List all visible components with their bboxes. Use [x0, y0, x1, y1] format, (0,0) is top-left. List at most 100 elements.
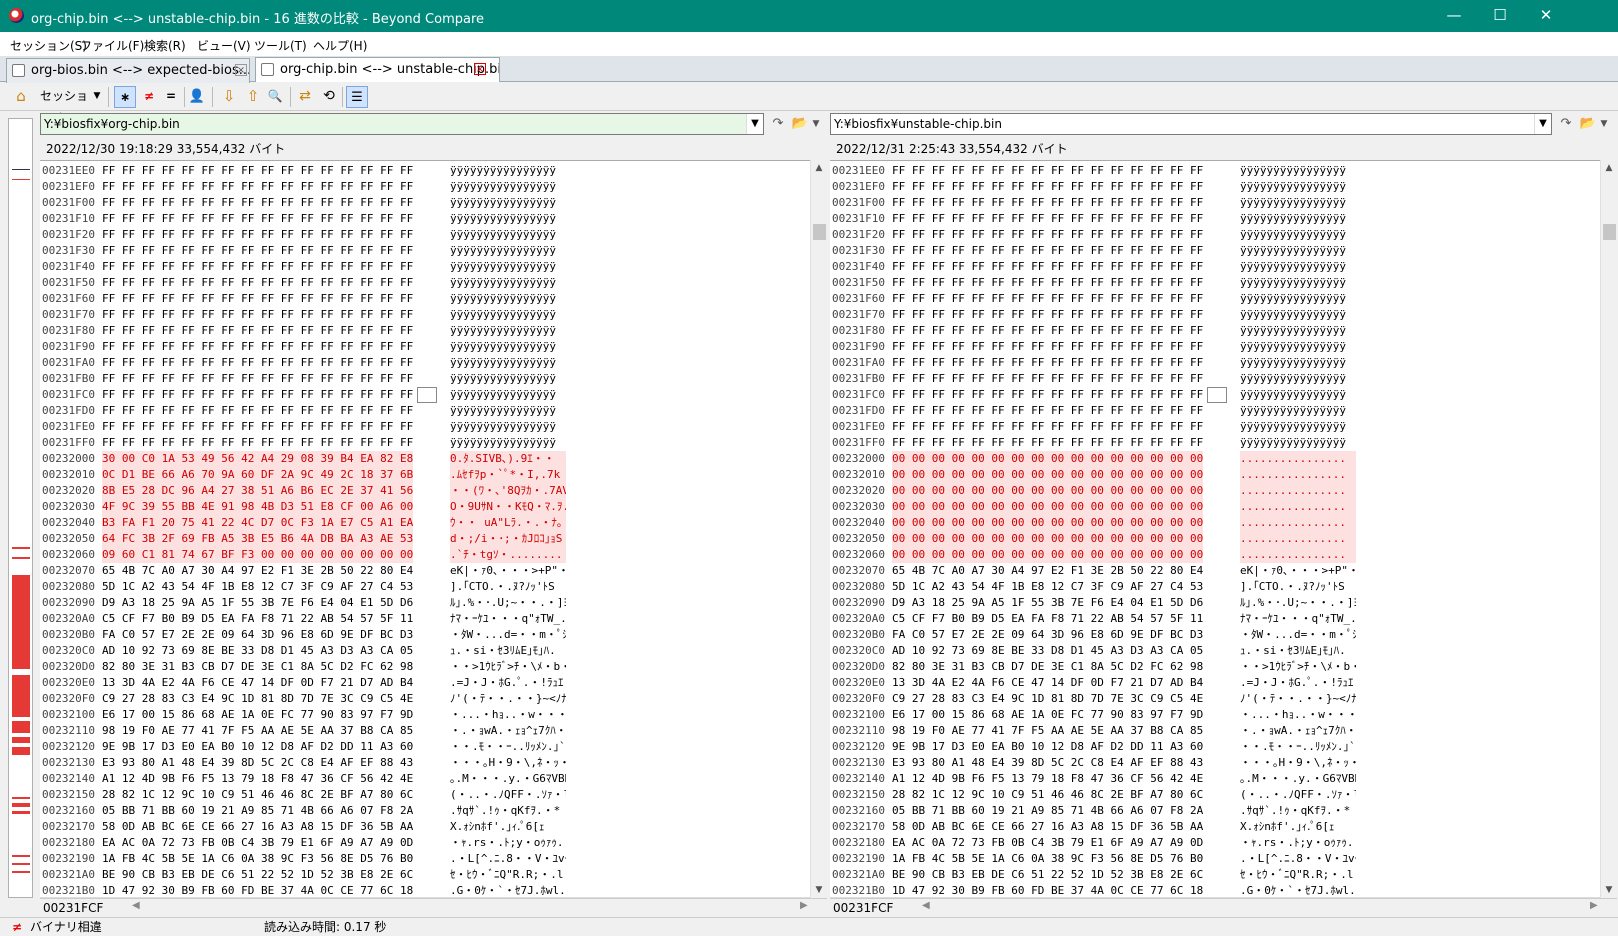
row-text[interactable]: ].｢CTO.・.ﾇ?ﾉｯ'ﾄS — [1240, 579, 1356, 595]
row-text[interactable]: ................ — [1240, 483, 1356, 499]
row-hex-bytes[interactable]: E3 93 80 A1 48 E4 39 8D 5C 2C C8 E4 AF E… — [892, 755, 1203, 771]
hex-row[interactable]: 00232140 A1 12 4D 9B F6 F5 13 79 18 F8 47… — [830, 771, 1600, 787]
row-hex-bytes[interactable]: FF FF FF FF FF FF FF FF FF FF FF FF FF F… — [102, 275, 413, 291]
row-hex-bytes[interactable]: FF FF FF FF FF FF FF FF FF FF FF FF FF F… — [892, 371, 1203, 387]
row-text[interactable]: ÿÿÿÿÿÿÿÿÿÿÿÿÿÿÿÿ — [450, 227, 566, 243]
row-text[interactable]: .・L[^.ﾆ.8・・V・ﾕvｰ — [450, 851, 566, 867]
scroll-thumb[interactable] — [813, 224, 826, 240]
hex-row[interactable]: 00232020 00 00 00 00 00 00 00 00 00 00 00… — [830, 483, 1600, 499]
chevron-down-icon[interactable]: ▼ — [810, 114, 822, 134]
row-hex-bytes[interactable]: A1 12 4D 9B F6 F5 13 79 18 F8 47 36 CF 5… — [892, 771, 1203, 787]
row-hex-bytes[interactable]: 64 FC 3B 2F 69 FB A5 3B E5 B6 4A DB BA A… — [102, 531, 414, 547]
row-hex-bytes[interactable]: FF FF FF FF FF FF FF FF FF FF FF FF FF F… — [102, 211, 413, 227]
row-hex-bytes[interactable]: E6 17 00 15 86 68 AE 1A 0E FC 77 90 83 9… — [102, 707, 413, 723]
row-hex-bytes[interactable]: 82 80 3E 31 B3 CB D7 DE 3E C1 8A 5C D2 F… — [892, 659, 1203, 675]
right-vertical-scrollbar[interactable]: ▲ ▼ — [1600, 160, 1617, 898]
row-hex-bytes[interactable]: 65 4B 7C A0 A7 30 A4 97 E2 F1 3E 2B 50 2… — [892, 563, 1203, 579]
row-hex-bytes[interactable]: 09 60 C1 81 74 67 BF F3 00 00 00 00 00 0… — [102, 547, 414, 563]
left-open-folder-icon[interactable]: 📂 — [790, 114, 810, 134]
tab-close-icon[interactable]: × — [474, 63, 486, 75]
row-text[interactable]: ÿÿÿÿÿÿÿÿÿÿÿÿÿÿÿÿ — [450, 419, 566, 435]
row-text[interactable]: .`ﾁ・tgｿ・........ — [450, 547, 566, 563]
row-text[interactable]: ÿÿÿÿÿÿÿÿÿÿÿÿÿÿÿÿ — [1240, 339, 1356, 355]
close-window-button[interactable]: ✕ — [1523, 0, 1569, 32]
row-text[interactable]: ÿÿÿÿÿÿÿÿÿÿÿÿÿÿÿÿ — [450, 211, 566, 227]
row-hex-bytes[interactable]: B3 FA F1 20 75 41 22 4C D7 0C F3 1A E7 C… — [102, 515, 414, 531]
hex-row[interactable]: 002321A0 BE 90 CB B3 EB DE C6 51 22 52 1D… — [830, 867, 1600, 883]
prev-diff-icon[interactable]: ⇧ — [242, 86, 264, 108]
row-hex-bytes[interactable]: 05 BB 71 BB 60 19 21 A9 85 71 4B 66 A6 0… — [892, 803, 1203, 819]
row-text[interactable]: ﾙ｣.%・･.U;~・・.・]ﾖ — [1240, 595, 1356, 611]
hex-row[interactable]: 002321A0 BE 90 CB B3 EB DE C6 51 22 52 1D… — [40, 867, 810, 883]
hex-row[interactable]: 00232090 D9 A3 18 25 9A A5 1F 55 3B 7E F6… — [830, 595, 1600, 611]
row-text[interactable]: ................ — [1240, 451, 1356, 467]
show-same-button[interactable]: = — [160, 86, 182, 108]
hex-row[interactable]: 00232100 E6 17 00 15 86 68 AE 1A 0E FC 77… — [40, 707, 810, 723]
hex-row[interactable]: 00231FE0 FF FF FF FF FF FF FF FF FF FF FF… — [830, 419, 1600, 435]
session-button[interactable]: セッション — [40, 86, 88, 124]
row-text[interactable]: ・・.ﾓ・・ｰ..ﾘｯﾒﾝ.｣` — [1240, 739, 1356, 755]
tab-close-icon[interactable]: × — [235, 64, 247, 76]
row-text[interactable]: ÿÿÿÿÿÿÿÿÿÿÿÿÿÿÿÿ — [450, 371, 566, 387]
row-text[interactable]: ÿÿÿÿÿÿÿÿÿÿÿÿÿÿÿÿ — [1240, 371, 1356, 387]
hex-row[interactable]: 00231FE0 FF FF FF FF FF FF FF FF FF FF FF… — [40, 419, 810, 435]
row-hex-bytes[interactable]: FF FF FF FF FF FF FF FF FF FF FF FF FF F… — [892, 435, 1203, 451]
row-text[interactable]: ÿÿÿÿÿÿÿÿÿÿÿÿÿÿÿÿ — [450, 435, 566, 451]
hex-row[interactable]: 00231EF0 FF FF FF FF FF FF FF FF FF FF FF… — [40, 179, 810, 195]
hex-row[interactable]: 00232170 58 0D AB BC 6E CE 66 27 16 A3 A8… — [830, 819, 1600, 835]
row-hex-bytes[interactable]: 00 00 00 00 00 00 00 00 00 00 00 00 00 0… — [892, 467, 1204, 483]
hex-row[interactable]: 00231FA0 FF FF FF FF FF FF FF FF FF FF FF… — [830, 355, 1600, 371]
row-hex-bytes[interactable]: FF FF FF FF FF FF FF FF FF FF FF FF FF F… — [102, 291, 413, 307]
row-text[interactable]: ÿÿÿÿÿÿÿÿÿÿÿÿÿÿÿÿ — [1240, 403, 1356, 419]
difference-overview[interactable] — [8, 118, 33, 898]
row-text[interactable]: ÿÿÿÿÿÿÿÿÿÿÿÿÿÿÿÿ — [1240, 259, 1356, 275]
row-text[interactable]: ・ｬ.rs・.ﾄ;y・oｩｧｩ. — [1240, 835, 1356, 851]
row-hex-bytes[interactable]: 28 82 1C 12 9C 10 C9 51 46 46 8C 2E BF A… — [892, 787, 1203, 803]
left-hex-pane[interactable]: 00231EE0 FF FF FF FF FF FF FF FF FF FF FF… — [40, 160, 810, 898]
row-hex-bytes[interactable]: FF FF FF FF FF FF FF FF FF FF FF FF FF F… — [102, 179, 413, 195]
right-path-input[interactable]: Y:¥biosfix¥unstable-chip.bin ▼ — [830, 113, 1552, 135]
row-text[interactable]: ÿÿÿÿÿÿÿÿÿÿÿÿÿÿÿÿ — [450, 291, 566, 307]
hex-row[interactable]: 00231EF0 FF FF FF FF FF FF FF FF FF FF FF… — [830, 179, 1600, 195]
row-text[interactable]: ÿÿÿÿÿÿÿÿÿÿÿÿÿÿÿÿ — [1240, 195, 1356, 211]
hex-row[interactable]: 00232180 EA AC 0A 72 73 FB 0B C4 3B 79 E1… — [40, 835, 810, 851]
row-hex-bytes[interactable]: FF FF FF FF FF FF FF FF FF FF FF FF FF F… — [892, 195, 1203, 211]
hex-row[interactable]: 00231F40 FF FF FF FF FF FF FF FF FF FF FF… — [830, 259, 1600, 275]
hex-row[interactable]: 00232040 00 00 00 00 00 00 00 00 00 00 00… — [830, 515, 1600, 531]
row-text[interactable]: ÿÿÿÿÿÿÿÿÿÿÿÿÿÿÿÿ — [1240, 323, 1356, 339]
hex-row[interactable]: 00232180 EA AC 0A 72 73 FB 0B C4 3B 79 E1… — [830, 835, 1600, 851]
scroll-up-icon[interactable]: ▲ — [811, 160, 827, 176]
row-hex-bytes[interactable]: FF FF FF FF FF FF FF FF FF FF FF FF FF F… — [102, 403, 413, 419]
row-hex-bytes[interactable]: FF FF FF FF FF FF FF FF FF FF FF FF FF F… — [892, 419, 1203, 435]
hex-row[interactable]: 00232020 8B E5 28 DC 96 A4 27 38 51 A6 B6… — [40, 483, 810, 499]
row-hex-bytes[interactable]: FF FF FF FF FF FF FF FF FF FF FF FF FF F… — [102, 323, 413, 339]
row-hex-bytes[interactable]: FF FF FF FF FF FF FF FF FF FF FF FF FF F… — [892, 355, 1203, 371]
hex-row[interactable]: 00232110 98 19 F0 AE 77 41 7F F5 AA AE 5E… — [830, 723, 1600, 739]
hex-row[interactable]: 00232110 98 19 F0 AE 77 41 7F F5 AA AE 5E… — [40, 723, 810, 739]
hex-row[interactable]: 00232010 00 00 00 00 00 00 00 00 00 00 00… — [830, 467, 1600, 483]
row-hex-bytes[interactable]: C5 CF F7 B0 B9 D5 EA FA F8 71 22 AB 54 5… — [892, 611, 1203, 627]
hex-row[interactable]: 00231F20 FF FF FF FF FF FF FF FF FF FF FF… — [40, 227, 810, 243]
row-hex-bytes[interactable]: 9E 9B 17 D3 E0 EA B0 10 12 D8 AF D2 DD 1… — [892, 739, 1203, 755]
row-text[interactable]: .ｻqｻ`.!ｩ・qKfｦ.・* — [1240, 803, 1356, 819]
hex-row[interactable]: 00231F60 FF FF FF FF FF FF FF FF FF FF FF… — [830, 291, 1600, 307]
row-text[interactable]: (・..・.ﾉQFF・.ｿｧ・l — [450, 787, 566, 803]
hex-row[interactable]: 00231F00 FF FF FF FF FF FF FF FF FF FF FF… — [830, 195, 1600, 211]
row-hex-bytes[interactable]: 82 80 3E 31 B3 CB D7 DE 3E C1 8A 5C D2 F… — [102, 659, 413, 675]
hex-row[interactable]: 00231F00 FF FF FF FF FF FF FF FF FF FF FF… — [40, 195, 810, 211]
row-hex-bytes[interactable]: FF FF FF FF FF FF FF FF FF FF FF FF FF F… — [892, 211, 1203, 227]
row-hex-bytes[interactable]: FF FF FF FF FF FF FF FF FF FF FF FF FF F… — [102, 195, 413, 211]
row-hex-bytes[interactable]: FF FF FF FF FF FF FF FF FF FF FF FF FF F… — [892, 163, 1203, 179]
row-hex-bytes[interactable]: FF FF FF FF FF FF FF FF FF FF FF FF FF F… — [892, 307, 1203, 323]
right-open-folder-icon[interactable]: 📂 — [1578, 114, 1598, 134]
hex-row[interactable]: 002320D0 82 80 3E 31 B3 CB D7 DE 3E C1 8A… — [830, 659, 1600, 675]
left-horizontal-scrollbar[interactable]: 00231FCF ◀ ▶ — [40, 898, 827, 916]
minimize-button[interactable]: — — [1431, 0, 1477, 32]
hex-row[interactable]: 00231FD0 FF FF FF FF FF FF FF FF FF FF FF… — [40, 403, 810, 419]
row-text[interactable]: ・・・｡H・9・\,ﾈ・ｯ・・C — [1240, 755, 1356, 771]
row-hex-bytes[interactable]: D9 A3 18 25 9A A5 1F 55 3B 7E F6 E4 04 E… — [892, 595, 1203, 611]
row-text[interactable]: ｡.M・・・.y.・G6ﾏVBN — [450, 771, 566, 787]
row-text[interactable]: ｡.M・・・.y.・G6ﾏVBN — [1240, 771, 1356, 787]
row-text[interactable]: ｾ・ﾋｳ・ﾞﾆQ"R.R;・.l — [450, 867, 566, 883]
row-text[interactable]: ÿÿÿÿÿÿÿÿÿÿÿÿÿÿÿÿ — [1240, 275, 1356, 291]
